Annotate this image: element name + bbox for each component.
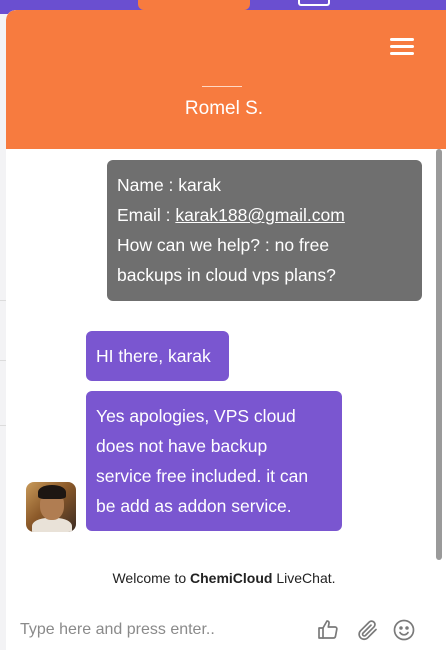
agent-message: Yes apologies, VPS cloud does not have b… [86, 391, 342, 531]
welcome-text: Welcome to ChemiCloud LiveChat. [112, 570, 336, 586]
visitor-question-line: backups in cloud vps plans? [117, 265, 336, 285]
message-input-bar [6, 608, 446, 650]
email-link[interactable]: karak188@gmail.com [175, 205, 345, 225]
avatar-body [32, 518, 72, 532]
agent-avatar [26, 482, 76, 532]
livechat-widget: Romel S. Name : karak Email : karak188@g… [6, 10, 446, 650]
avatar-hair [38, 485, 66, 499]
paperclip-icon[interactable] [356, 618, 380, 642]
visitor-question-line: How can we help? : no free [117, 235, 330, 255]
agent-name: Romel S. [184, 98, 264, 119]
background-box [298, 0, 330, 6]
agent-message: HI there, karak [86, 331, 229, 381]
chat-header: Romel S. [6, 10, 446, 149]
chat-scrollbar[interactable] [436, 149, 442, 560]
agent-divider [202, 86, 242, 87]
smiley-icon[interactable] [392, 618, 416, 642]
background-tab [138, 0, 250, 10]
message-input[interactable] [20, 616, 300, 644]
hamburger-menu-icon[interactable] [390, 38, 414, 56]
agent-message-line: be add as addon service. [96, 496, 292, 516]
visitor-message: Name : karak Email : karak188@gmail.com … [107, 160, 422, 301]
agent-message-line: service free included. it can [96, 466, 309, 486]
thumbs-up-icon[interactable] [316, 618, 340, 642]
visitor-email-line: Email : karak188@gmail.com [117, 200, 412, 230]
email-label: Email : [117, 205, 176, 225]
agent-message-line: Yes apologies, VPS cloud [96, 406, 296, 426]
visitor-name-line: Name : karak [117, 175, 222, 195]
brand-name: ChemiCloud [190, 570, 273, 586]
agent-message-text: HI there, karak [96, 346, 211, 366]
agent-message-line: does not have backup [96, 436, 268, 456]
